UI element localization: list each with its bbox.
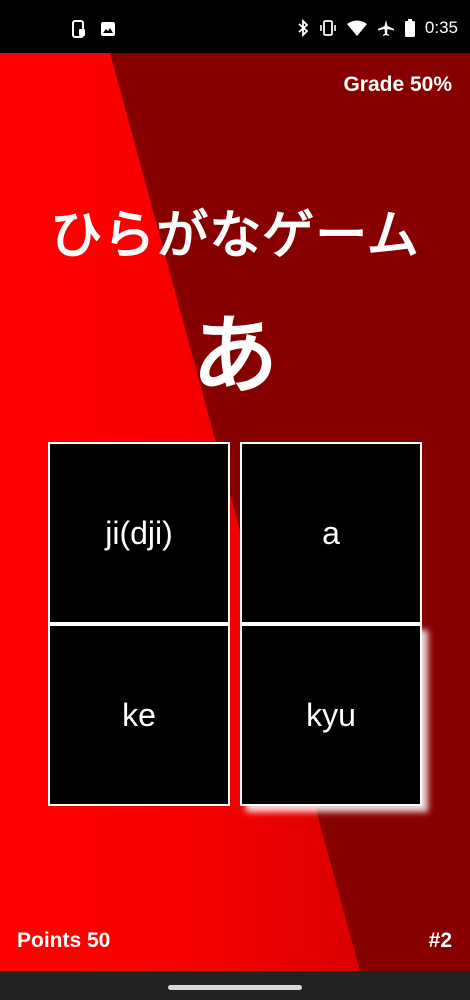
game-title: ひらがなゲーム	[50, 206, 420, 266]
home-gesture-handle[interactable]	[168, 985, 302, 990]
bluetooth-icon	[297, 19, 309, 37]
phone-screen-icon	[72, 20, 86, 38]
answer-grid: ji(dji) a ke kyu	[48, 442, 424, 810]
vibrate-icon	[319, 19, 337, 37]
battery-icon	[404, 19, 415, 37]
question-number: #2	[428, 929, 452, 952]
status-bar: 0:35	[0, 0, 470, 53]
navigation-bar	[0, 971, 470, 1000]
question-kana: あ	[192, 306, 278, 406]
game-screen: Grade 50% ひらがなゲーム あ ji(dji) a ke kyu Poi…	[0, 53, 470, 971]
answer-button-1[interactable]: ji(dji)	[48, 442, 230, 624]
answer-button-2[interactable]: a	[240, 442, 422, 624]
grade-label: Grade 50%	[343, 73, 452, 96]
image-icon	[100, 21, 116, 37]
points-label: Points 50	[17, 929, 111, 952]
wifi-icon	[346, 20, 367, 36]
clock: 0:35	[424, 18, 458, 37]
answer-button-4[interactable]: kyu	[240, 624, 422, 806]
answer-button-3[interactable]: ke	[48, 624, 230, 806]
airplane-icon	[377, 19, 395, 37]
